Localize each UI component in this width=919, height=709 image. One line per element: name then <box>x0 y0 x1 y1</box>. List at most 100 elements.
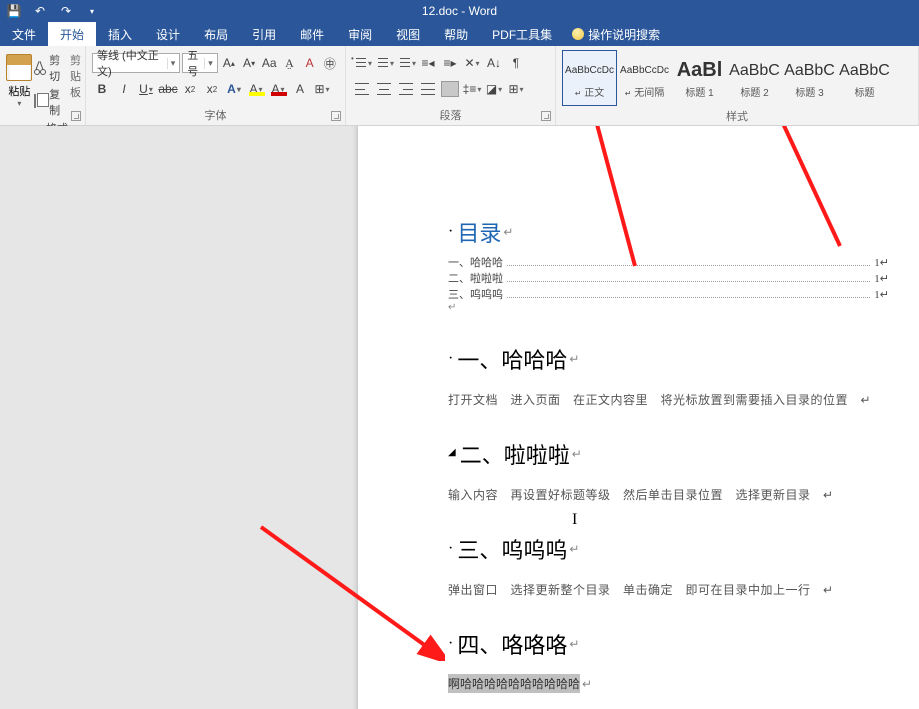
tab-help[interactable]: 帮助 <box>432 22 480 46</box>
style-no-spacing-label: 无间隔 <box>634 88 664 99</box>
font-group-label: 字体 <box>92 105 339 125</box>
style-normal-label: 正文 <box>584 88 604 99</box>
clipboard-icon <box>6 54 32 81</box>
bullet-list-icon <box>352 57 367 69</box>
tab-references[interactable]: 引用 <box>240 22 288 46</box>
paste-button[interactable]: 粘贴 ▾ <box>6 50 33 108</box>
shading-sample-icon <box>441 81 459 97</box>
copy-button[interactable]: 复制 <box>33 86 70 118</box>
selected-text: 啊哈哈哈哈哈哈哈哈哈哈 <box>448 674 580 693</box>
toc-entry: 二、啦啦啦1↵ <box>448 270 889 286</box>
shrink-font-button[interactable]: A▾ <box>240 53 258 73</box>
styles-group-label: 样式 <box>562 106 912 126</box>
font-name-combo[interactable]: 等线 (中文正文)▾ <box>92 53 180 73</box>
char-shading-button[interactable]: A <box>290 79 310 99</box>
title-bar: 💾 ↶ ↷ ▾ 12.doc - Word <box>0 0 919 22</box>
shading-button[interactable]: ◪ <box>484 79 504 99</box>
toc-entry: 一、哈哈哈1↵ <box>448 254 889 270</box>
heading: 四、咯咯咯↵ <box>448 628 889 660</box>
copy-icon <box>34 94 36 108</box>
style-heading3-label: 标题 3 <box>795 84 823 99</box>
tab-insert[interactable]: 插入 <box>96 22 144 46</box>
borders-button[interactable]: ⊞ <box>506 79 526 99</box>
bold-button[interactable]: B <box>92 79 112 99</box>
char-border-button[interactable]: ⊞ <box>312 79 332 99</box>
group-paragraph: ≡◂ ≡▸ ✕ A↓ ¶ ‡≡ ◪ ⊞ 段落 <box>346 46 556 125</box>
ribbon-tabs: 文件 开始 插入 设计 布局 引用 邮件 审阅 视图 帮助 PDF工具集 操作说… <box>0 22 919 46</box>
align-left-button[interactable] <box>352 79 372 99</box>
paragraph-launcher[interactable] <box>541 111 551 121</box>
multilevel-list-icon <box>396 57 411 69</box>
redo-icon[interactable]: ↷ <box>58 3 74 19</box>
align-distribute-button[interactable] <box>440 79 460 99</box>
align-right-icon <box>399 83 413 95</box>
multilevel-button[interactable] <box>396 53 416 73</box>
cut-label: 剪切 <box>49 52 70 84</box>
style-heading1[interactable]: AaBl 标题 1 <box>672 50 727 106</box>
enclose-char-button[interactable]: ㊥ <box>321 53 339 73</box>
style-title-label: 标题 <box>855 84 875 99</box>
font-size-combo[interactable]: 五号▾ <box>182 53 217 73</box>
page[interactable]: 目录↵ 一、哈哈哈1↵ 二、啦啦啦1↵ 三、呜呜呜1↵ ↵ 一、哈哈哈↵ 打开文… <box>358 126 919 709</box>
tab-review[interactable]: 审阅 <box>336 22 384 46</box>
show-marks-button[interactable]: ¶ <box>506 53 526 73</box>
document-area[interactable]: 目录↵ 一、哈哈哈1↵ 二、啦啦啦1↵ 三、呜呜呜1↵ ↵ 一、哈哈哈↵ 打开文… <box>0 126 919 709</box>
subscript-button[interactable]: x2 <box>180 79 200 99</box>
italic-button[interactable]: I <box>114 79 134 99</box>
tab-pdf[interactable]: PDF工具集 <box>480 22 564 46</box>
text-effects-button[interactable]: A <box>224 79 244 99</box>
lightbulb-icon <box>572 28 584 40</box>
group-styles: AaBbCcDc ↵ 正文 AaBbCcDc ↵ 无间隔 AaBl 标题 1 A… <box>556 46 919 125</box>
numbering-button[interactable] <box>374 53 394 73</box>
cut-button[interactable]: 剪切 <box>33 52 70 84</box>
qat-dropdown-icon[interactable]: ▾ <box>84 3 100 19</box>
align-justify-button[interactable] <box>418 79 438 99</box>
style-no-spacing[interactable]: AaBbCcDc ↵ 无间隔 <box>617 50 672 106</box>
tab-home[interactable]: 开始 <box>48 22 96 46</box>
align-center-button[interactable] <box>374 79 394 99</box>
tab-design[interactable]: 设计 <box>144 22 192 46</box>
strikethrough-button[interactable]: abc <box>158 79 178 99</box>
font-name-value: 等线 (中文正文) <box>97 47 163 79</box>
save-icon[interactable]: 💾 <box>6 3 22 19</box>
group-font: 等线 (中文正文)▾ 五号▾ A▴ A▾ Aa A̤ A ㊥ B I U abc… <box>86 46 346 125</box>
undo-icon[interactable]: ↶ <box>32 3 48 19</box>
underline-button[interactable]: U <box>136 79 156 99</box>
indent-decrease-button[interactable]: ≡◂ <box>418 53 438 73</box>
group-clipboard: 粘贴 ▾ 剪切 复制 格式刷 剪贴板 <box>0 46 86 125</box>
tab-layout[interactable]: 布局 <box>192 22 240 46</box>
font-size-value: 五号 <box>187 47 200 79</box>
body-text: 弹出窗口 选择更新整个目录 单击确定 即可在目录中加上一行 ↵ <box>448 581 889 598</box>
style-heading2-label: 标题 2 <box>740 84 768 99</box>
clipboard-launcher[interactable] <box>71 111 81 121</box>
align-left-icon <box>355 83 369 95</box>
style-heading3[interactable]: AaBbC 标题 3 <box>782 50 837 106</box>
style-heading2[interactable]: AaBbC 标题 2 <box>727 50 782 106</box>
paragraph-group-label: 段落 <box>352 105 549 125</box>
grow-font-button[interactable]: A▴ <box>220 53 238 73</box>
tab-mailings[interactable]: 邮件 <box>288 22 336 46</box>
asian-layout-button[interactable]: ✕ <box>462 53 482 73</box>
align-right-button[interactable] <box>396 79 416 99</box>
sort-button[interactable]: A↓ <box>484 53 504 73</box>
style-normal[interactable]: AaBbCcDc ↵ 正文 <box>562 50 617 106</box>
line-spacing-button[interactable]: ‡≡ <box>462 79 482 99</box>
highlight-button[interactable]: A <box>246 79 266 99</box>
indent-increase-button[interactable]: ≡▸ <box>440 53 460 73</box>
font-color-button[interactable]: A <box>268 79 288 99</box>
body-text: 输入内容 再设置好标题等级 然后单击目录位置 选择更新目录 ↵ <box>448 486 889 503</box>
align-center-icon <box>377 83 391 95</box>
change-case-button[interactable]: Aa <box>260 53 278 73</box>
tab-file[interactable]: 文件 <box>0 22 48 46</box>
toc: 一、哈哈哈1↵ 二、啦啦啦1↵ 三、呜呜呜1↵ ↵ <box>448 254 889 313</box>
style-title[interactable]: AaBbC 标题 <box>837 50 892 106</box>
tab-view[interactable]: 视图 <box>384 22 432 46</box>
tell-me[interactable]: 操作说明搜索 <box>564 22 668 46</box>
font-launcher[interactable] <box>331 111 341 121</box>
superscript-button[interactable]: x2 <box>202 79 222 99</box>
clear-format-button[interactable]: A <box>301 53 319 73</box>
heading: 一、哈哈哈↵ <box>448 343 889 375</box>
style-gallery: AaBbCcDc ↵ 正文 AaBbCcDc ↵ 无间隔 AaBl 标题 1 A… <box>562 50 912 106</box>
bullets-button[interactable] <box>352 53 372 73</box>
phonetic-guide-button[interactable]: A̤ <box>280 53 298 73</box>
